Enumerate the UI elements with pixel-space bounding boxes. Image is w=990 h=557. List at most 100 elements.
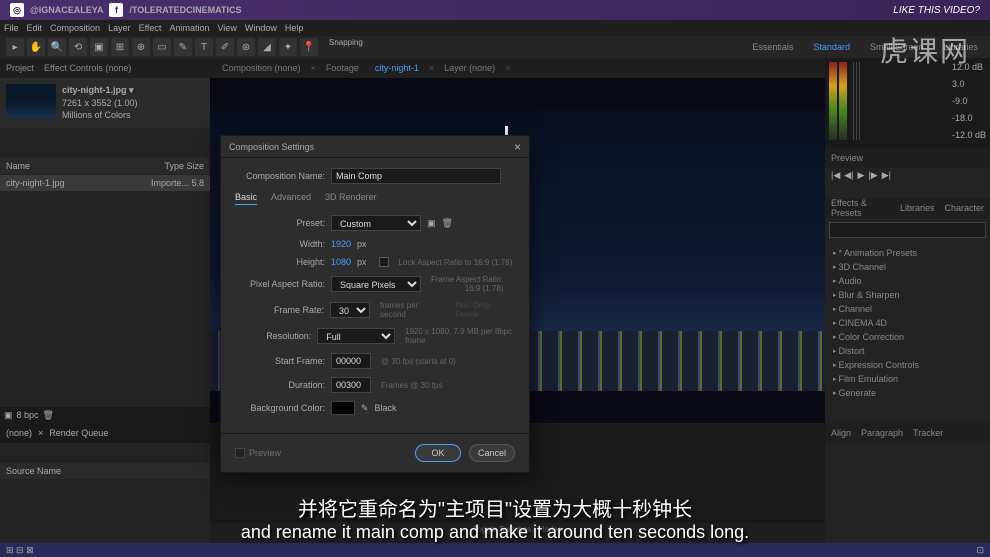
last-frame-icon[interactable]: ▶| — [882, 170, 891, 182]
height-value[interactable]: 1080 — [331, 257, 351, 267]
next-frame-icon[interactable]: |▶ — [868, 170, 877, 182]
fr-select[interactable]: 30 — [330, 302, 370, 318]
pan-tool[interactable]: ⊞ — [111, 38, 129, 56]
menu-view[interactable]: View — [217, 23, 236, 33]
first-frame-icon[interactable]: |◀ — [831, 170, 840, 182]
menu-effect[interactable]: Effect — [139, 23, 162, 33]
lib-tab[interactable]: Libraries — [900, 203, 935, 213]
tab-effect-controls[interactable]: Effect Controls (none) — [44, 63, 131, 73]
char-tab[interactable]: Character — [944, 203, 984, 213]
menu-animation[interactable]: Animation — [169, 23, 209, 33]
selection-tool[interactable]: ▸ — [6, 38, 24, 56]
comp-name-label: Composition Name: — [235, 171, 325, 181]
preset-label: Preset: — [235, 218, 325, 228]
cancel-button[interactable]: Cancel — [469, 444, 515, 462]
tab-project[interactable]: Project — [6, 63, 34, 73]
statusbar: ⊞ ⊟ ⊠ ⊡ — [0, 543, 990, 557]
prev-frame-icon[interactable]: ◀| — [844, 170, 853, 182]
col-name[interactable]: Name — [6, 161, 30, 171]
fx-tab[interactable]: Effects & Presets — [831, 198, 890, 218]
fr-label: Frame Rate: — [235, 305, 324, 315]
status-icons[interactable]: ⊞ ⊟ ⊠ — [6, 545, 34, 556]
fx-presets[interactable]: * Animation Presets — [829, 246, 986, 260]
menu-layer[interactable]: Layer — [108, 23, 131, 33]
fx-color[interactable]: Color Correction — [829, 330, 986, 344]
vtab-city[interactable]: city-night-1 — [369, 61, 425, 75]
fx-expr[interactable]: Expression Controls — [829, 358, 986, 372]
bpc-toggle[interactable]: 8 bpc — [17, 410, 39, 420]
tl-render[interactable]: Render Queue — [49, 428, 108, 438]
close-icon[interactable]: × — [514, 140, 521, 154]
col-type[interactable]: Type — [164, 161, 184, 171]
tab-advanced[interactable]: Advanced — [271, 192, 311, 205]
fx-distort[interactable]: Distort — [829, 344, 986, 358]
snapping-label[interactable]: Snapping — [329, 38, 363, 56]
hand-tool[interactable]: ✋ — [27, 38, 45, 56]
eraser-tool[interactable]: ◢ — [258, 38, 276, 56]
preview-tab[interactable]: Preview — [831, 153, 863, 163]
preset-select[interactable]: Custom — [331, 215, 421, 231]
menu-edit[interactable]: Edit — [27, 23, 43, 33]
camera-tool[interactable]: ▣ — [90, 38, 108, 56]
vtab-comp[interactable]: Composition (none) — [216, 61, 307, 75]
menu-file[interactable]: File — [4, 23, 19, 33]
fx-search[interactable] — [829, 222, 986, 238]
vtab-layer[interactable]: Layer (none) — [438, 61, 501, 75]
rotate-tool[interactable]: ⟲ — [69, 38, 87, 56]
menu-help[interactable]: Help — [285, 23, 304, 33]
pen-tool[interactable]: ✎ — [174, 38, 192, 56]
ws-standard[interactable]: Standard — [807, 40, 856, 54]
clone-tool[interactable]: ⊛ — [237, 38, 255, 56]
preset-delete-icon[interactable]: 🗑 — [442, 218, 453, 229]
fx-audio[interactable]: Audio — [829, 274, 986, 288]
width-label: Width: — [235, 239, 325, 249]
fx-blur[interactable]: Blur & Sharpen — [829, 288, 986, 302]
vtab-footage[interactable]: Footage — [320, 61, 365, 75]
status-right[interactable]: ⊡ — [976, 545, 984, 556]
roto-tool[interactable]: ✦ — [279, 38, 297, 56]
delete-icon[interactable]: 🗑 — [43, 410, 54, 421]
menu-window[interactable]: Window — [245, 23, 277, 33]
par-select[interactable]: Square Pixels — [331, 276, 421, 292]
like-text: LIKE THIS VIDEO? — [893, 5, 980, 16]
brush-tool[interactable]: ✐ — [216, 38, 234, 56]
puppet-tool[interactable]: 📍 — [300, 38, 318, 56]
para-tab[interactable]: Paragraph — [861, 428, 903, 438]
asset-name[interactable]: city-night-1.jpg ▾ — [62, 84, 138, 97]
text-tool[interactable]: T — [195, 38, 213, 56]
dur-input[interactable] — [331, 377, 371, 393]
eyedropper-icon[interactable]: ✎ — [361, 403, 369, 414]
lock-aspect-checkbox[interactable] — [379, 257, 389, 267]
align-tab[interactable]: Align — [831, 428, 851, 438]
fx-3d[interactable]: 3D Channel — [829, 260, 986, 274]
asset-preview: city-night-1.jpg ▾ 7261 x 3552 (1.00) Mi… — [0, 78, 210, 128]
width-value[interactable]: 1920 — [331, 239, 351, 249]
ok-button[interactable]: OK — [415, 444, 461, 462]
fx-c4d[interactable]: CINEMA 4D — [829, 316, 986, 330]
preset-save-icon[interactable]: ▣ — [427, 218, 436, 229]
bg-color-swatch[interactable] — [331, 401, 355, 415]
fx-film[interactable]: Film Emulation — [829, 372, 986, 386]
new-bin-icon[interactable]: ▣ — [4, 410, 13, 421]
comp-name-input[interactable] — [331, 168, 501, 184]
play-icon[interactable]: ▶ — [858, 170, 865, 182]
source-name-col[interactable]: Source Name — [6, 466, 61, 476]
tl-none[interactable]: (none) — [6, 428, 32, 438]
shape-tool[interactable]: ▭ — [153, 38, 171, 56]
col-size[interactable]: Size — [186, 161, 204, 171]
fx-gen[interactable]: Generate — [829, 386, 986, 400]
res-select[interactable]: Full — [317, 328, 395, 344]
start-input[interactable] — [331, 353, 371, 369]
tab-3d[interactable]: 3D Renderer — [325, 192, 377, 205]
res-hint: 1920 x 1080, 7.9 MB per 8bpc frame — [405, 327, 515, 345]
tab-basic[interactable]: Basic — [235, 192, 257, 205]
ws-essentials[interactable]: Essentials — [746, 40, 799, 54]
asset-row[interactable]: city-night-1.jpg Importe... 5.8 — [0, 175, 210, 191]
anchor-tool[interactable]: ⊕ — [132, 38, 150, 56]
menu-composition[interactable]: Composition — [50, 23, 100, 33]
zoom-tool[interactable]: 🔍 — [48, 38, 66, 56]
fx-channel[interactable]: Channel — [829, 302, 986, 316]
project-panel: Project Effect Controls (none) city-nigh… — [0, 58, 210, 423]
row-name: city-night-1.jpg — [6, 178, 65, 188]
tracker-tab[interactable]: Tracker — [913, 428, 943, 438]
